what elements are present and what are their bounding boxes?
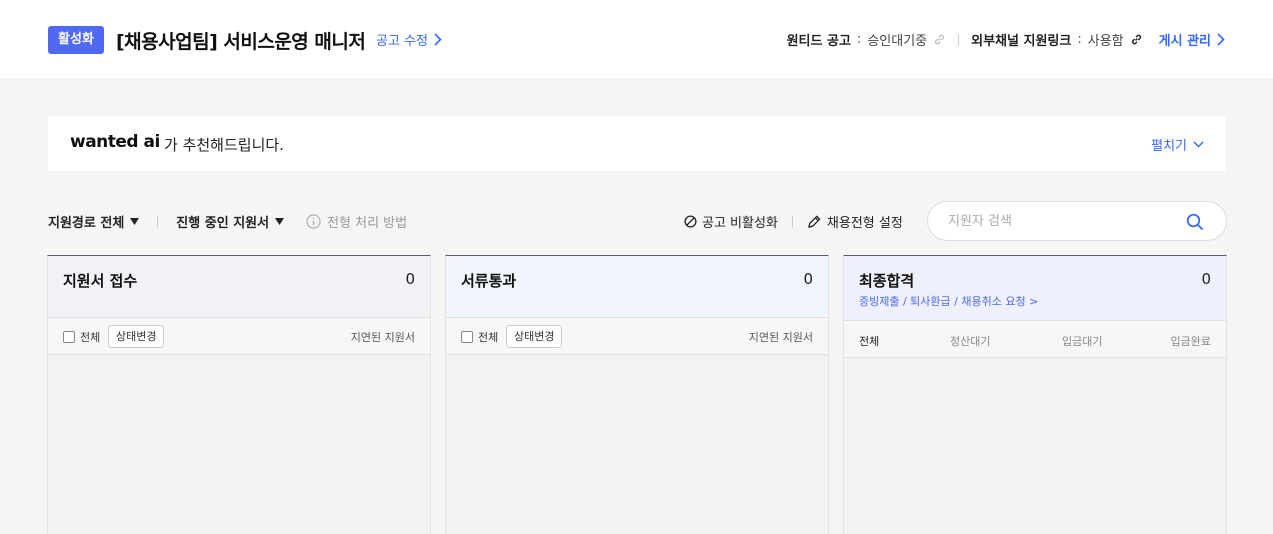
page-title: [채용사업팀] 서비스운영 매니저 (116, 31, 366, 53)
column-title: 최종합격 (859, 272, 915, 290)
ai-recommendation-banner: wanted ai 가 추천해드립니다. 펼치기 (48, 116, 1226, 171)
edit-post-label: 공고 수정 (376, 34, 428, 49)
top-bar: 활성화 [채용사업팀] 서비스운영 매니저 공고 수정 원티드 공고 : 승인대… (0, 0, 1273, 78)
column-count: 0 (405, 270, 415, 288)
deactivate-post-label: 공고 비활성화 (702, 216, 778, 231)
process-help-link[interactable]: 전형 처리 방법 (306, 212, 407, 231)
block-icon (684, 215, 697, 228)
divider (791, 215, 793, 228)
source-filter-dropdown[interactable]: 지원경로 전체 (48, 212, 140, 231)
column-title: 지원서 접수 (63, 272, 138, 290)
manage-post-label: 게시 관리 (1158, 34, 1211, 49)
tab-deposit-complete[interactable]: 입금완료 (1171, 333, 1211, 349)
wanted-ai-logo: wanted ai (70, 132, 160, 152)
chevron-right-icon (1217, 33, 1225, 46)
divider (157, 215, 159, 228)
external-link-value: 사용함 (1087, 34, 1124, 49)
tab-all[interactable]: 전체 (859, 333, 879, 349)
column-header: 서류통과 0 (446, 256, 828, 317)
delayed-applications-link[interactable]: 지연된 지원서 (749, 329, 813, 345)
source-filter-label: 지원경로 전체 (48, 216, 125, 231)
caret-down-icon (275, 218, 285, 225)
column-document-passed: 서류통과 0 전체 상태변경 지연된 지원서 (445, 255, 829, 534)
manage-post-link[interactable]: 게시 관리 (1159, 30, 1225, 49)
pencil-icon (808, 215, 821, 228)
change-status-button[interactable]: 상태변경 (506, 325, 563, 348)
column-header: 지원서 접수 0 (48, 256, 430, 317)
status-badge: 활성화 (48, 26, 104, 54)
final-pass-tabs: 전체 정산대기 입금대기 입금완료 (844, 320, 1226, 358)
process-help-label: 전형 처리 방법 (327, 216, 408, 231)
copy-link-icon[interactable] (1130, 33, 1143, 46)
hiring-process-settings-button[interactable]: 채용전형 설정 (807, 212, 903, 231)
status-filter-label: 진행 중인 지원서 (176, 216, 270, 231)
colon: : (856, 32, 862, 47)
post-actions: 공고 비활성화 채용전형 설정 (684, 212, 903, 231)
post-status-info: 원티드 공고 : 승인대기중 외부채널 지원링크 : 사용함 게시 관리 (787, 30, 1225, 49)
column-count: 0 (1201, 270, 1211, 288)
external-link-label: 외부채널 지원링크 (971, 34, 1072, 49)
colon: : (1077, 32, 1082, 47)
column-title: 서류통과 (461, 272, 517, 290)
tab-settlement-pending[interactable]: 정산대기 (950, 333, 990, 349)
column-final-pass: 최종합격 0 증빙제출 / 퇴사환급 / 채용취소 요청 > 전체 정산대기 입… (843, 255, 1227, 534)
hiring-process-settings-label: 채용전형 설정 (826, 216, 903, 231)
select-all-label: 전체 (478, 331, 499, 344)
tab-deposit-pending[interactable]: 입금대기 (1062, 333, 1102, 349)
applicant-search (927, 201, 1227, 241)
change-status-button[interactable]: 상태변경 (108, 325, 165, 348)
caret-down-icon (130, 218, 140, 225)
column-received: 지원서 접수 0 전체 상태변경 지연된 지원서 (47, 255, 431, 534)
chevron-down-icon (1193, 141, 1204, 148)
column-toolbar: 전체 상태변경 지연된 지원서 (48, 317, 430, 355)
chevron-right-icon (434, 33, 442, 46)
filter-bar: 지원경로 전체 진행 중인 지원서 전형 처리 방법 (48, 212, 407, 231)
column-count: 0 (803, 270, 813, 288)
column-toolbar: 전체 상태변경 지연된 지원서 (446, 317, 828, 355)
select-all-checkbox[interactable] (461, 331, 473, 343)
select-all-label: 전체 (80, 331, 101, 344)
link-icon (933, 33, 946, 46)
info-icon (306, 214, 321, 229)
column-header: 최종합격 0 증빙제출 / 퇴사환급 / 채용취소 요청 > (844, 256, 1226, 320)
expand-label: 펼치기 (1151, 139, 1187, 154)
wanted-post-value: 승인대기중 (867, 34, 928, 49)
wanted-post-label: 원티드 공고 (786, 34, 851, 49)
search-icon[interactable] (1186, 213, 1204, 231)
ai-banner-text: 가 추천해드립니다. (164, 136, 284, 154)
deactivate-post-button[interactable]: 공고 비활성화 (684, 212, 778, 231)
edit-post-link[interactable]: 공고 수정 (376, 30, 442, 49)
divider (958, 33, 960, 46)
select-all-checkbox[interactable] (63, 331, 75, 343)
status-filter-dropdown[interactable]: 진행 중인 지원서 (176, 212, 285, 231)
expand-button[interactable]: 펼치기 (1151, 135, 1204, 154)
delayed-applications-link[interactable]: 지연된 지원서 (351, 329, 415, 345)
request-links[interactable]: 증빙제출 / 퇴사환급 / 채용취소 요청 > (859, 293, 1038, 309)
search-input[interactable] (948, 212, 1178, 230)
